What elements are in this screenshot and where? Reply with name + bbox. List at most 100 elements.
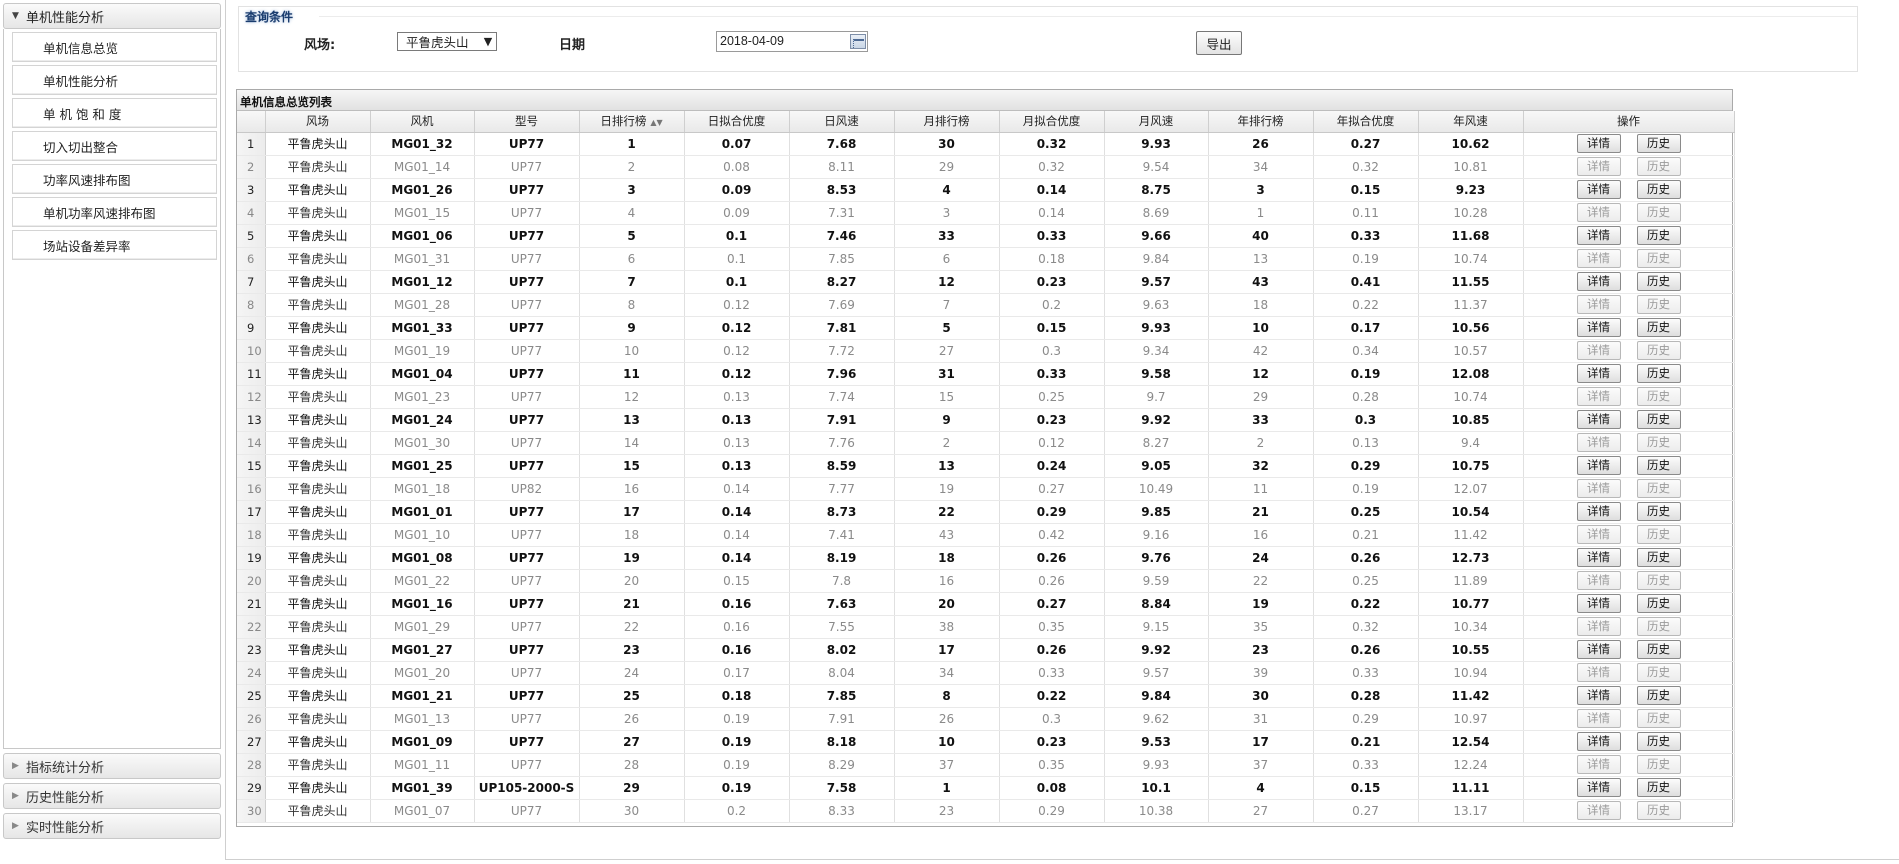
sidebar-item-single-power-wind-layout[interactable]: 单机功率风速排布图 [12,197,217,227]
detail-button[interactable]: 详情 [1576,640,1621,659]
detail-button[interactable]: 详情 [1576,249,1621,268]
day-rank-cell: 5 [579,224,685,248]
history-button[interactable]: 历史 [1636,456,1681,475]
history-button[interactable]: 历史 [1636,180,1681,199]
column-header-day-wind[interactable]: 日风速 [789,111,895,133]
row-index: 29 [237,776,266,800]
detail-button[interactable]: 详情 [1576,571,1621,590]
detail-button[interactable]: 详情 [1576,387,1621,406]
detail-button[interactable]: 详情 [1576,709,1621,728]
detail-button[interactable]: 详情 [1576,755,1621,774]
history-button[interactable]: 历史 [1636,364,1681,383]
detail-button[interactable]: 详情 [1576,410,1621,429]
detail-button[interactable]: 详情 [1576,134,1621,153]
accordion-header-realtime[interactable]: ▶ 实时性能分析 [3,813,221,839]
history-button[interactable]: 历史 [1636,387,1681,406]
history-button[interactable]: 历史 [1636,686,1681,705]
accordion-header-history[interactable]: ▶ 历史性能分析 [3,783,221,809]
column-header-month-fit[interactable]: 月拟合优度 [999,111,1105,133]
history-button[interactable]: 历史 [1636,594,1681,613]
accordion-header-statistics[interactable]: ▶ 指标统计分析 [3,753,221,779]
column-header-day-fit[interactable]: 日拟合优度 [684,111,790,133]
history-button[interactable]: 历史 [1636,318,1681,337]
table-row: 21 平鲁虎头山 MG01_16 UP77 21 0.16 7.63 20 0.27 8.84 19… [237,592,1735,616]
history-button[interactable]: 历史 [1636,157,1681,176]
history-button[interactable]: 历史 [1636,709,1681,728]
model-cell: UP77 [474,592,580,616]
turbine-cell: MG01_39 [370,776,475,800]
history-button[interactable]: 历史 [1636,732,1681,751]
history-button[interactable]: 历史 [1636,226,1681,245]
history-button[interactable]: 历史 [1636,502,1681,521]
farm-select[interactable]: 平鲁虎头山 ▼ [397,32,497,51]
column-header-model[interactable]: 型号 [474,111,580,133]
history-button[interactable]: 历史 [1636,525,1681,544]
detail-button[interactable]: 详情 [1576,686,1621,705]
detail-button[interactable]: 详情 [1576,364,1621,383]
history-button[interactable]: 历史 [1636,295,1681,314]
history-button[interactable]: 历史 [1636,134,1681,153]
detail-button[interactable]: 详情 [1576,157,1621,176]
detail-button[interactable]: 详情 [1576,778,1621,797]
month-rank-cell: 8 [894,684,1000,708]
detail-button[interactable]: 详情 [1576,456,1621,475]
history-button[interactable]: 历史 [1636,571,1681,590]
detail-button[interactable]: 详情 [1576,272,1621,291]
detail-button[interactable]: 详情 [1576,433,1621,452]
accordion-header-single-performance[interactable]: ▼ 单机性能分析 [3,3,221,29]
column-header-year-fit[interactable]: 年拟合优度 [1313,111,1419,133]
history-button[interactable]: 历史 [1636,617,1681,636]
detail-button[interactable]: 详情 [1576,203,1621,222]
detail-button[interactable]: 详情 [1576,663,1621,682]
sidebar-item-overview[interactable]: 单机信息总览 [12,32,217,62]
column-header-year-wind[interactable]: 年风速 [1418,111,1524,133]
column-header-year-rank[interactable]: 年排行榜 [1208,111,1314,133]
detail-button[interactable]: 详情 [1576,341,1621,360]
table-row: 24 平鲁虎头山 MG01_20 UP77 24 0.17 8.04 34 0.33 9.57 39… [237,661,1735,685]
sidebar-item-cut-in-out[interactable]: 切入切出整合 [12,131,217,161]
detail-button[interactable]: 详情 [1576,594,1621,613]
history-button[interactable]: 历史 [1636,272,1681,291]
history-button[interactable]: 历史 [1636,433,1681,452]
date-input[interactable]: 2018-04-09 [716,31,868,52]
detail-button[interactable]: 详情 [1576,295,1621,314]
detail-button[interactable]: 详情 [1576,502,1621,521]
month-rank-cell: 2 [894,431,1000,455]
sort-icon[interactable]: ▲▼ [650,118,662,127]
month-wind-cell: 9.05 [1104,454,1209,478]
history-button[interactable]: 历史 [1636,548,1681,567]
sidebar-item-power-wind-layout[interactable]: 功率风速排布图 [12,164,217,194]
detail-button[interactable]: 详情 [1576,180,1621,199]
table-row: 15 平鲁虎头山 MG01_25 UP77 15 0.13 8.59 13 0.24 9.05 32… [237,454,1735,478]
history-button[interactable]: 历史 [1636,249,1681,268]
detail-button[interactable]: 详情 [1576,226,1621,245]
detail-button[interactable]: 详情 [1576,801,1621,820]
history-button[interactable]: 历史 [1636,410,1681,429]
detail-button[interactable]: 详情 [1576,617,1621,636]
detail-button[interactable]: 详情 [1576,479,1621,498]
export-button[interactable]: 导出 [1196,31,1242,55]
history-button[interactable]: 历史 [1636,341,1681,360]
detail-button[interactable]: 详情 [1576,732,1621,751]
history-button[interactable]: 历史 [1636,801,1681,820]
sidebar-item-station-difference[interactable]: 场站设备差异率 [12,230,217,260]
calendar-icon[interactable] [850,34,866,49]
column-header-day-rank[interactable]: 日排行榜 ▲▼ [579,111,685,133]
column-header-turbine[interactable]: 风机 [370,111,475,133]
column-header-month-wind[interactable]: 月风速 [1104,111,1209,133]
history-button[interactable]: 历史 [1636,778,1681,797]
detail-button[interactable]: 详情 [1576,525,1621,544]
history-button[interactable]: 历史 [1636,755,1681,774]
column-header-month-rank[interactable]: 月排行榜 [894,111,1000,133]
history-button[interactable]: 历史 [1636,479,1681,498]
detail-button[interactable]: 详情 [1576,318,1621,337]
history-button[interactable]: 历史 [1636,203,1681,222]
history-button[interactable]: 历史 [1636,663,1681,682]
year-fit-cell: 0.33 [1313,661,1419,685]
sidebar-item-performance[interactable]: 单机性能分析 [12,65,217,95]
day-wind-cell: 7.77 [789,477,895,501]
detail-button[interactable]: 详情 [1576,548,1621,567]
history-button[interactable]: 历史 [1636,640,1681,659]
sidebar-item-saturation[interactable]: 单 机 饱 和 度 [12,98,217,128]
column-header-farm[interactable]: 风场 [265,111,371,133]
